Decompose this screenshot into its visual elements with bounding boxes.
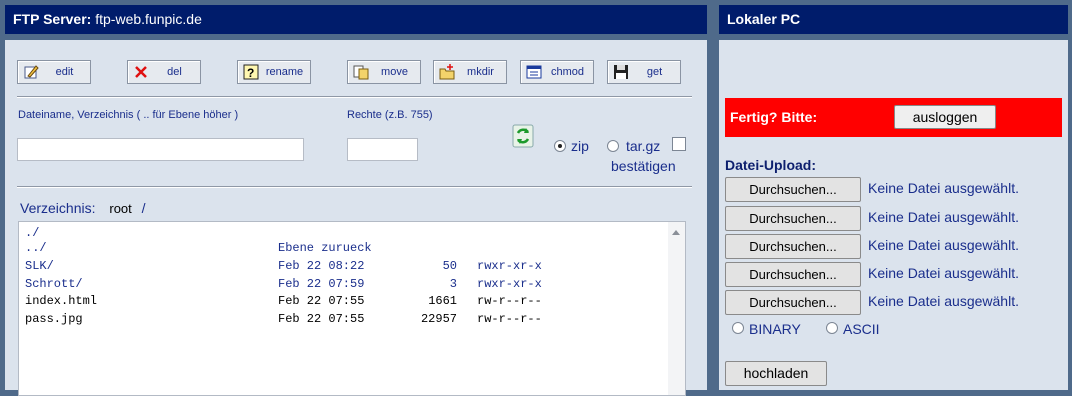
confirm-label: bestätigen — [611, 158, 676, 174]
scroll-up-icon[interactable] — [672, 230, 680, 235]
ascii-radio[interactable] — [826, 322, 838, 334]
file-name: ../ — [25, 241, 47, 255]
save-disk-icon — [613, 64, 629, 80]
zip-label: zip — [571, 138, 589, 154]
move-button[interactable]: move — [347, 60, 421, 84]
confirm-checkbox[interactable] — [672, 137, 686, 151]
browse-button[interactable]: Durchsuchen... — [725, 262, 861, 287]
no-file-label: Keine Datei ausgewählt. — [868, 293, 1019, 309]
file-date: Ebene zurueck — [278, 241, 372, 255]
file-date: Feb 22 07:59 — [278, 277, 365, 291]
logout-banner: Fertig? Bitte: ausloggen — [725, 98, 1062, 137]
move-label: move — [381, 66, 408, 78]
no-file-label: Keine Datei ausgewählt. — [868, 180, 1019, 196]
upload-button[interactable]: hochladen — [725, 361, 827, 386]
rename-label: rename — [265, 66, 304, 78]
delete-icon — [133, 64, 149, 80]
edit-icon — [23, 64, 39, 80]
file-permissions: rwxr-xr-x — [477, 259, 542, 273]
file-name: SLK/ — [25, 259, 54, 273]
directory-path: Verzeichnis: root / — [20, 200, 146, 216]
browse-button[interactable]: Durchsuchen... — [725, 234, 861, 259]
directory-label: Verzeichnis: — [20, 200, 96, 216]
toolbar-divider — [17, 96, 692, 98]
ftp-title-label: FTP Server: — [13, 11, 92, 27]
rename-icon: ? — [243, 64, 259, 80]
rename-button[interactable]: ? rename — [237, 60, 311, 84]
ftp-title-bar: FTP Server: ftp-web.funpic.de — [5, 5, 707, 34]
targz-label: tar.gz — [626, 138, 661, 154]
rights-input[interactable] — [347, 138, 418, 161]
binary-label: BINARY — [749, 321, 801, 337]
move-icon — [353, 64, 369, 80]
local-title-bar: Lokaler PC — [719, 5, 1068, 34]
logout-button[interactable]: ausloggen — [894, 105, 996, 129]
upload-heading: Datei-Upload: — [725, 157, 816, 173]
file-date: Feb 22 08:22 — [278, 259, 365, 273]
file-listing: ./ ../ Ebene zurueck SLK/ Feb 22 08:22 5… — [18, 221, 686, 396]
mkdir-icon — [439, 64, 455, 80]
browse-button[interactable]: Durchsuchen... — [725, 290, 861, 315]
file-row[interactable]: pass.jpg Feb 22 07:55 22957 rw-r--r-- — [25, 312, 542, 395]
edit-label: edit — [55, 66, 74, 78]
ascii-label: ASCII — [843, 321, 880, 337]
delete-button[interactable]: del — [127, 60, 201, 84]
ftp-host: ftp-web.funpic.de — [95, 11, 202, 27]
zip-radio[interactable] — [554, 140, 566, 152]
get-button[interactable]: get — [607, 60, 681, 84]
no-file-label: Keine Datei ausgewählt. — [868, 237, 1019, 253]
edit-button[interactable]: edit — [17, 60, 91, 84]
done-label: Fertig? Bitte: — [730, 109, 818, 125]
filename-input[interactable] — [17, 138, 304, 161]
browse-button[interactable]: Durchsuchen... — [725, 177, 861, 202]
refresh-icon[interactable] — [512, 124, 534, 148]
file-size: 50 — [442, 259, 457, 273]
options-divider — [17, 186, 692, 188]
file-permissions: rwxr-xr-x — [477, 277, 542, 291]
file-date: Feb 22 07:55 — [278, 312, 365, 326]
delete-label: del — [167, 66, 182, 78]
file-permissions: rw-r--r-- — [477, 312, 542, 326]
file-name: index.html — [25, 294, 98, 308]
no-file-label: Keine Datei ausgewählt. — [868, 265, 1019, 281]
no-file-label: Keine Datei ausgewählt. — [868, 209, 1019, 225]
file-permissions: rw-r--r-- — [477, 294, 542, 308]
rights-label: Rechte (z.B. 755) — [347, 109, 433, 121]
browse-button[interactable]: Durchsuchen... — [725, 206, 861, 231]
file-size: 3 — [449, 277, 457, 291]
svg-text:?: ? — [247, 66, 254, 80]
directory-separator: / — [141, 200, 146, 216]
chmod-button[interactable]: chmod — [520, 60, 594, 84]
targz-radio[interactable] — [607, 140, 619, 152]
file-name: Schrott/ — [25, 277, 83, 291]
file-name: pass.jpg — [25, 312, 83, 326]
chmod-icon — [526, 64, 542, 80]
get-label: get — [646, 66, 663, 78]
file-size: 22957 — [420, 312, 457, 326]
file-name: ./ — [25, 226, 40, 240]
filename-label: Dateiname, Verzeichnis ( .. für Ebene hö… — [18, 109, 239, 121]
mkdir-label: mkdir — [467, 66, 494, 78]
chmod-label: chmod — [550, 66, 585, 78]
file-date: Feb 22 07:55 — [278, 294, 365, 308]
mkdir-button[interactable]: mkdir — [433, 60, 507, 84]
directory-root[interactable]: root — [109, 201, 131, 216]
vertical-scrollbar[interactable] — [668, 222, 685, 395]
binary-radio[interactable] — [732, 322, 744, 334]
file-size: 1661 — [428, 294, 457, 308]
